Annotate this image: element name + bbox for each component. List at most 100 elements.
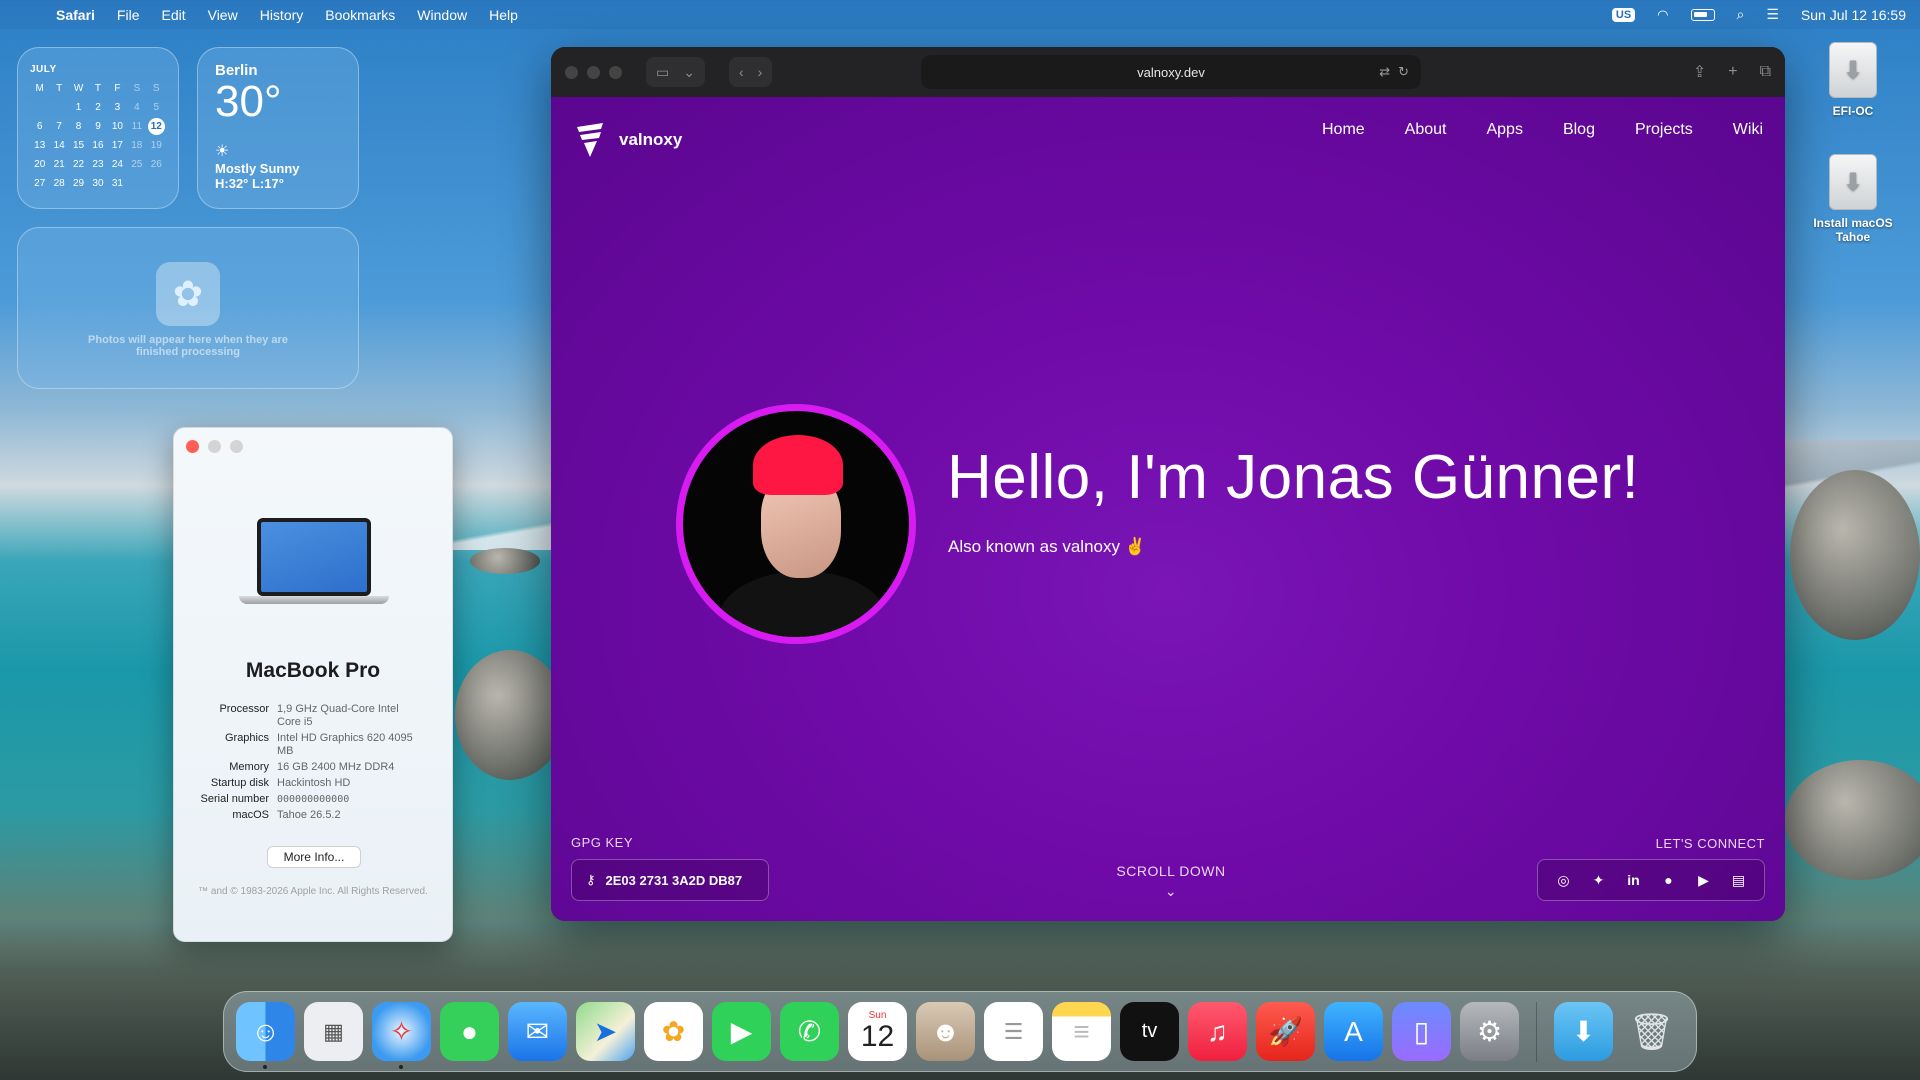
dock-trash-icon[interactable]: 🗑 <box>1622 1002 1681 1061</box>
dock-phone-icon[interactable]: ✆ <box>780 1002 839 1061</box>
youtube-icon[interactable]: ▶ <box>1693 869 1715 891</box>
nav-wiki[interactable]: Wiki <box>1733 121 1763 139</box>
nav-apps[interactable]: Apps <box>1486 121 1522 139</box>
reload-icon[interactable]: ↻ <box>1398 64 1409 80</box>
menu-bookmarks[interactable]: Bookmarks <box>325 7 395 23</box>
dock-mail-icon[interactable]: ✉ <box>508 1002 567 1061</box>
calendar-day <box>49 98 68 117</box>
window-controls <box>186 440 243 453</box>
key-icon: ⚷ <box>586 872 596 887</box>
new-tab-icon[interactable]: + <box>1728 63 1737 81</box>
calendar-widget[interactable]: JULY M T W T F S S 1 2 3 4 5 6 7 8 9 10 … <box>17 47 179 209</box>
desktop-icon-install-macos[interactable]: ⬇ Install macOS Tahoe <box>1798 154 1908 244</box>
calendar-day: 4 <box>134 102 140 113</box>
macbook-screen <box>257 518 371 596</box>
calendar-day: 10 <box>111 121 123 132</box>
dock-messages-icon[interactable]: ● <box>440 1002 499 1061</box>
calendar-day: 11 <box>131 121 143 132</box>
dock-music-icon[interactable]: ♫ <box>1188 1002 1247 1061</box>
calendar-day: 20 <box>34 159 46 170</box>
social-links: ◎ ✦ in ● ▶ ▤ <box>1537 859 1765 901</box>
github-icon[interactable]: ● <box>1658 869 1680 891</box>
dock-photos-icon[interactable]: ✿ <box>644 1002 703 1061</box>
minimize-button[interactable] <box>587 65 600 79</box>
twitter-icon[interactable]: ✦ <box>1588 869 1610 891</box>
address-bar[interactable]: valnoxy.dev ⇄ ↻ <box>921 55 1421 89</box>
gpg-key-label: GPG KEY <box>571 835 634 850</box>
menu-history[interactable]: History <box>260 7 304 23</box>
spotlight-search-icon[interactable]: ⌕ <box>1737 6 1745 23</box>
dock-rocket-icon[interactable]: 🚀 <box>1256 1002 1315 1061</box>
spec-row: Serial number 000000000000 <box>174 793 452 806</box>
close-button[interactable] <box>186 440 199 453</box>
nav-projects[interactable]: Projects <box>1635 121 1693 139</box>
dock-facetime-icon[interactable]: ▶ <box>712 1002 771 1061</box>
dock-contacts-icon[interactable]: ☻ <box>916 1002 975 1061</box>
translate-icon[interactable]: ⇄ <box>1379 64 1390 80</box>
dock-reminders-icon[interactable]: ☰ <box>984 1002 1043 1061</box>
scroll-down-indicator[interactable]: SCROLL DOWN ⌄ <box>1091 863 1251 900</box>
tab-overview-icon[interactable]: ⧉ <box>1760 63 1771 81</box>
minimize-button[interactable] <box>208 440 221 453</box>
dock-app-store-icon[interactable]: A <box>1324 1002 1383 1061</box>
dock-iphone-mirroring-icon[interactable]: ▯ <box>1392 1002 1451 1061</box>
dock-maps-icon[interactable]: ➤ <box>576 1002 635 1061</box>
disk-image-icon: ⬇ <box>1829 42 1877 98</box>
spec-row: Graphics Intel HD Graphics 620 4095 MB <box>174 732 452 758</box>
today-marker: 12 <box>147 118 165 135</box>
control-center-icon[interactable]: ☰ <box>1766 6 1779 23</box>
nav-home[interactable]: Home <box>1322 121 1365 139</box>
calendar-day <box>30 98 49 117</box>
safari-toolbar: ▭ ⌄ ‹ › valnoxy.dev ⇄ ↻ ⇪ + ⧉ <box>551 47 1785 97</box>
instagram-icon[interactable]: ◎ <box>1553 869 1575 891</box>
back-icon[interactable]: ‹ <box>739 64 744 80</box>
weekday-label: S <box>133 83 141 94</box>
calendar-day: 27 <box>34 178 46 189</box>
spec-key: macOS <box>232 809 269 821</box>
spec-row: Startup disk Hackintosh HD <box>174 777 452 790</box>
calendar-grid: M T W T F S S 1 2 3 4 5 6 7 8 9 10 11 12… <box>30 79 166 193</box>
menu-app-name[interactable]: Safari <box>56 7 95 23</box>
chevron-down-icon[interactable]: ⌄ <box>683 64 695 81</box>
weekday-label: T <box>56 83 63 94</box>
linkedin-icon[interactable]: in <box>1623 869 1645 891</box>
calendar-day: 14 <box>53 140 65 151</box>
gpg-key-button[interactable]: ⚷ 2E03 2731 3A2D DB87 <box>571 859 769 901</box>
avatar-hair <box>753 435 843 495</box>
battery-icon[interactable] <box>1690 8 1715 21</box>
spec-value: 000000000000 <box>277 794 350 805</box>
forward-icon[interactable]: › <box>758 64 763 80</box>
weather-widget[interactable]: Berlin 30° ☀ Mostly Sunny H:32° L:17° <box>197 47 359 209</box>
dock-calendar-day: Sun <box>868 1009 887 1021</box>
dock-calendar-icon[interactable]: Sun 12 <box>848 1002 907 1061</box>
dock-safari-icon[interactable]: ✧ <box>372 1002 431 1069</box>
menu-view[interactable]: View <box>208 7 238 23</box>
site-logo[interactable]: valnoxy <box>575 123 682 157</box>
wifi-icon[interactable]: ◠ <box>1657 7 1668 23</box>
zoom-button[interactable] <box>230 440 243 453</box>
share-icon[interactable]: ⇪ <box>1693 62 1706 82</box>
menu-window[interactable]: Window <box>417 7 467 23</box>
weather-condition: Mostly Sunny <box>215 161 300 176</box>
twitch-icon[interactable]: ▤ <box>1728 869 1750 891</box>
dock-finder-icon[interactable]: ☺ <box>236 1002 295 1069</box>
dock-system-settings-icon[interactable]: ⚙ <box>1460 1002 1519 1061</box>
menu-edit[interactable]: Edit <box>161 7 185 23</box>
sidebar-icon[interactable]: ▭ <box>656 64 669 81</box>
dock-notes-icon[interactable]: ≡ <box>1052 1002 1111 1061</box>
dock-launchpad-icon[interactable]: ▦ <box>304 1002 363 1061</box>
menu-file[interactable]: File <box>117 7 140 23</box>
photos-widget[interactable]: ✿ Photos will appear here when they are … <box>17 227 359 389</box>
dock-downloads-icon[interactable]: ⬇ <box>1554 1002 1613 1061</box>
menu-help[interactable]: Help <box>489 7 518 23</box>
dock-tv-icon[interactable]: tv <box>1120 1002 1179 1061</box>
menu-clock[interactable]: Sun Jul 12 16:59 <box>1801 7 1906 23</box>
zoom-button[interactable] <box>609 65 622 79</box>
desktop-icon-efi-oc[interactable]: ⬇ EFI-OC <box>1798 42 1908 118</box>
keyboard-layout-badge[interactable]: US <box>1611 7 1636 22</box>
calendar-day: 30 <box>92 178 104 189</box>
close-button[interactable] <box>565 65 578 79</box>
more-info-button[interactable]: More Info... <box>267 846 361 868</box>
nav-about[interactable]: About <box>1405 121 1447 139</box>
nav-blog[interactable]: Blog <box>1563 121 1595 139</box>
